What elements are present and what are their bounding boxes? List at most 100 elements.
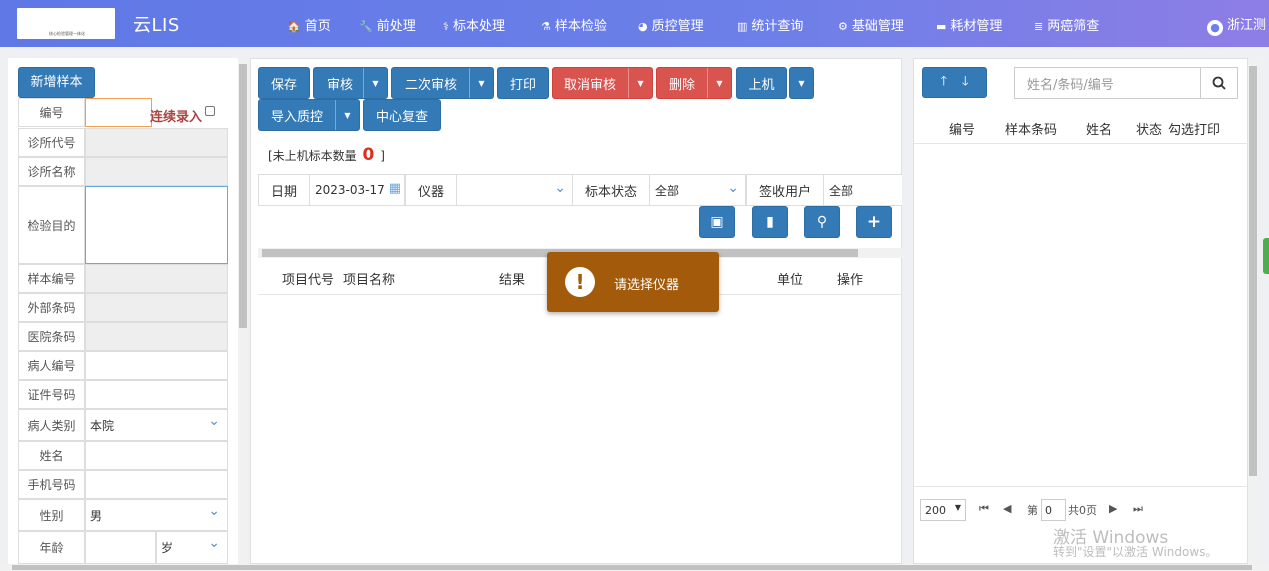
arrow-down-icon[interactable]: 🡓 <box>962 72 969 94</box>
clinic-name-input <box>85 157 228 186</box>
external-barcode-input <box>85 293 228 322</box>
left-scrollbar[interactable] <box>238 58 248 564</box>
wrench-icon: 🔧 <box>359 20 373 33</box>
top-navbar: 核心检验管理一体化 云LIS 🏠 首页 🔧 前处理 ⚕ 标本处理 ⚗ 样本检验 ◕ 质控管… <box>0 0 1269 47</box>
patient-no-label: 病人编号 <box>18 351 85 380</box>
nav-statistics[interactable]: ▥ 统计查询 <box>737 15 803 34</box>
page-total: 共0页 <box>1068 504 1097 517</box>
receiver-select[interactable]: 全部 <box>823 174 902 206</box>
sample-no-input <box>85 264 228 293</box>
sort-arrows-button[interactable]: 🡑 🡓 <box>922 67 987 98</box>
delete-caret-icon[interactable]: ▼ <box>707 68 731 98</box>
phone-input[interactable] <box>85 470 228 499</box>
gear-icon: ⚙ <box>838 20 848 33</box>
nav-home[interactable]: 🏠 首页 <box>287 15 331 34</box>
clinic-code-input <box>85 128 228 157</box>
book-icon: ▮ <box>766 214 774 230</box>
patient-type-label: 病人类别 <box>18 409 85 441</box>
warning-toast: ! 请选择仪器 <box>547 252 719 312</box>
list-header-divider <box>914 143 1248 144</box>
col-item-name: 项目名称 <box>343 273 396 288</box>
nav-sample-test[interactable]: ⚗ 样本检验 <box>541 15 607 34</box>
id-no-input[interactable] <box>85 380 228 409</box>
upload-button[interactable]: 上机 <box>736 67 787 99</box>
page-size-select[interactable]: 200 ▼ <box>920 499 966 521</box>
sample-no-label: 样本编号 <box>18 264 85 293</box>
clinic-code-label: 诊所代号 <box>18 128 85 157</box>
delete-button[interactable]: 删除 ▼ <box>656 67 732 99</box>
bar-chart-icon: ▥ <box>737 20 748 33</box>
print-button[interactable]: 打印 <box>497 67 549 99</box>
nav-specimen[interactable]: ⚕ 标本处理 <box>443 15 505 34</box>
second-audit-button[interactable]: 二次审核 ▼ <box>391 67 494 99</box>
import-qc-button[interactable]: 导入质控 ▼ <box>258 99 360 131</box>
center-review-button[interactable]: 中心复查 <box>363 99 441 131</box>
gender-label: 性别 <box>18 499 85 531</box>
nav-preprocess[interactable]: 🔧 前处理 <box>359 15 416 34</box>
caret-down-icon: ▼ <box>954 503 961 512</box>
add-button[interactable]: + <box>856 206 892 238</box>
save-button[interactable]: 保存 <box>258 67 310 99</box>
search-icon <box>1212 76 1226 90</box>
col-action: 操作 <box>837 273 864 288</box>
hospital-barcode-input <box>85 322 228 351</box>
nav-screening[interactable]: ≣ 两癌筛查 <box>1034 15 1099 34</box>
col-result: 结果 <box>499 273 526 288</box>
search-button[interactable]: ⚲ <box>804 206 840 238</box>
instrument-select[interactable] <box>456 174 573 206</box>
import-qc-caret-icon[interactable]: ▼ <box>335 100 359 130</box>
next-page-icon[interactable]: ▶ <box>1109 502 1117 515</box>
stethoscope-icon: ⚕ <box>443 20 449 33</box>
pie-chart-icon: ◕ <box>638 20 648 33</box>
number-input[interactable] <box>85 98 152 127</box>
col-status: 状态 <box>1136 123 1163 138</box>
last-page-icon[interactable]: ⏭ <box>1133 502 1143 516</box>
right-scrollbar[interactable] <box>1248 58 1258 564</box>
instrument-label: 仪器 <box>405 174 457 206</box>
cancel-audit-button[interactable]: 取消审核 ▼ <box>552 67 653 99</box>
name-input[interactable] <box>85 441 228 470</box>
phone-label: 手机号码 <box>18 470 85 499</box>
continuous-entry-label: 连续录入 <box>150 110 203 125</box>
first-page-icon[interactable]: ⏮ <box>979 502 989 516</box>
patient-type-select[interactable]: 本院 <box>85 409 228 441</box>
age-input[interactable] <box>85 531 156 564</box>
arrow-up-icon[interactable]: 🡑 <box>940 72 947 94</box>
new-sample-button[interactable]: 新增样本 <box>18 67 95 98</box>
purpose-label: 检验目的 <box>18 186 85 264</box>
date-input[interactable]: 2023-03-17 ▦ <box>309 174 405 206</box>
upload-caret-icon[interactable]: ▼ <box>789 67 814 99</box>
nav-qc[interactable]: ◕ 质控管理 <box>638 15 704 34</box>
sample-search-input[interactable]: 姓名/条码/编号 <box>1014 67 1201 99</box>
page-number-input[interactable]: 0 <box>1041 499 1066 521</box>
age-unit-select[interactable]: 岁 <box>156 531 228 564</box>
cancel-audit-caret-icon[interactable]: ▼ <box>628 68 652 98</box>
continuous-entry-checkbox[interactable] <box>205 106 215 116</box>
home-icon: 🏠 <box>287 20 301 33</box>
audit-button[interactable]: 审核 ▼ <box>313 67 388 99</box>
image-button[interactable]: ▣ <box>699 206 735 238</box>
patient-no-input[interactable] <box>85 351 228 380</box>
book-button[interactable]: ▮ <box>752 206 788 238</box>
page-hscrollbar[interactable] <box>0 564 1269 571</box>
user-menu[interactable]: ● 浙江测 <box>1207 14 1266 36</box>
second-audit-caret-icon[interactable]: ▼ <box>469 68 493 98</box>
search-icon: ⚲ <box>816 214 828 230</box>
purpose-textarea[interactable] <box>85 186 228 264</box>
calendar-icon[interactable]: ▦ <box>389 181 401 196</box>
nav-basic[interactable]: ⚙ 基础管理 <box>838 15 904 34</box>
prev-page-icon[interactable]: ◀ <box>1003 502 1011 515</box>
sample-search-button[interactable] <box>1200 67 1238 99</box>
status-select[interactable]: 全部 <box>649 174 746 206</box>
unsent-count: [未上机标本数量 0 ] <box>268 145 385 165</box>
audit-caret-icon[interactable]: ▼ <box>363 68 387 98</box>
side-handle[interactable] <box>1263 238 1269 274</box>
page-prefix: 第 <box>1027 504 1038 517</box>
col-name: 姓名 <box>1086 123 1113 138</box>
number-label: 编号 <box>18 98 85 127</box>
app-title: 云LIS <box>133 15 180 36</box>
flask-icon: ⚗ <box>541 20 551 33</box>
gender-select[interactable]: 男 <box>85 499 228 531</box>
col-item-code: 项目代号 <box>282 273 335 288</box>
nav-consumables[interactable]: ▬ 耗材管理 <box>936 15 1002 34</box>
